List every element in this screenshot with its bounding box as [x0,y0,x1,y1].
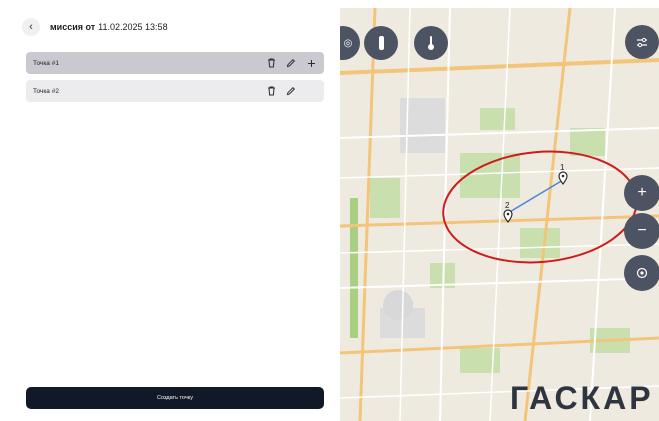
point-row-2[interactable]: Точка #2 [26,80,324,102]
zoom-in-button[interactable]: + [624,175,659,211]
chevron-left-icon: ‹ [29,21,33,33]
locate-icon [636,267,648,279]
map-layer-button[interactable] [364,26,398,60]
zoom-out-button[interactable]: − [624,213,659,249]
marker-label-1: 1 [560,163,565,172]
mission-header: ‹ миссия от 11.02.2025 13:58 [22,16,168,38]
trash-icon[interactable] [264,84,278,98]
plus-icon[interactable] [304,56,318,70]
mission-date: 11.02.2025 13:58 [98,22,168,32]
map-view[interactable]: 1 2 ◎ + − ГАСКАР [340,8,659,421]
sliders-icon [637,37,647,47]
edit-icon[interactable] [284,56,298,70]
point-label: Точка #2 [33,87,59,95]
create-point-button[interactable]: Создать точку [26,387,324,409]
back-button[interactable]: ‹ [22,18,40,36]
thermometer-button[interactable] [414,26,448,60]
locate-button[interactable] [624,255,659,291]
map-canvas [340,8,659,421]
edit-icon[interactable] [284,84,298,98]
rectangle-icon [378,36,384,50]
minus-icon: − [637,222,647,239]
tool-icon: ◎ [343,37,353,49]
plus-icon: + [637,184,647,201]
thermometer-icon [428,36,434,50]
marker-label-2: 2 [505,201,510,210]
point-row-1[interactable]: Точка #1 [26,52,324,74]
filters-button[interactable] [625,25,659,59]
brand-watermark: ГАСКАР [510,380,654,416]
trash-icon[interactable] [264,56,278,70]
point-label: Точка #1 [33,59,59,67]
mission-title: миссия от [50,22,96,32]
